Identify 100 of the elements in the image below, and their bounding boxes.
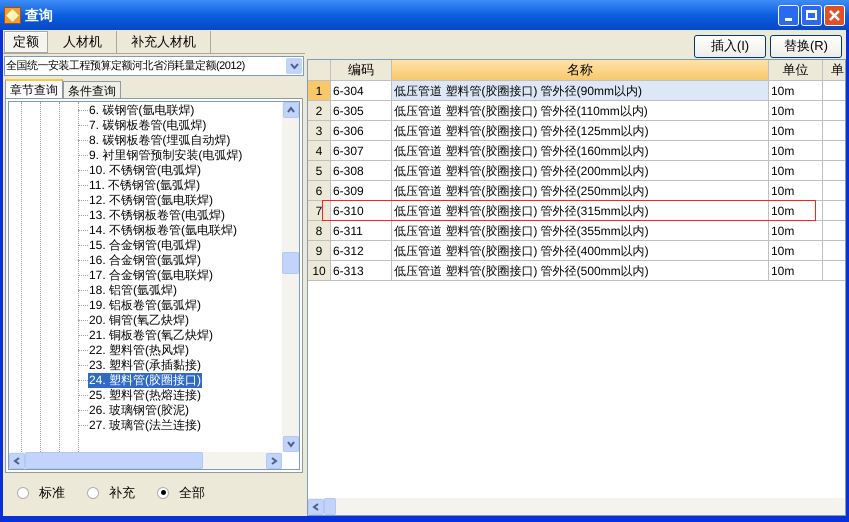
radio-button[interactable]	[87, 486, 99, 499]
row-number: 1	[308, 81, 331, 100]
unit-cell: 10m	[769, 181, 823, 200]
unit-cell: 10m	[769, 101, 823, 120]
row-number: 7	[308, 201, 331, 220]
column-header[interactable]: 名称	[392, 60, 769, 80]
name-cell: 低压管道 塑料管(胶圈接口) 管外径(110mm以内)	[392, 101, 769, 120]
tree-item[interactable]: 10. 不锈钢管(电弧焊)	[88, 163, 202, 178]
scroll-down-button[interactable]	[282, 436, 298, 452]
action-button[interactable]: 替换(R)	[770, 34, 842, 58]
app-icon	[4, 6, 21, 24]
unit-cell: 10m	[769, 221, 823, 240]
tree-item[interactable]: 25. 塑料管(热熔连接)	[88, 388, 202, 403]
code-cell: 6-305	[331, 101, 392, 120]
name-cell: 低压管道 塑料管(胶圈接口) 管外径(500mm以内)	[392, 261, 769, 280]
tree-item[interactable]: 11. 不锈钢管(氩弧焊)	[88, 178, 202, 193]
tree-item[interactable]: 15. 合金钢管(电弧焊)	[88, 238, 202, 253]
unit-cell: 10m	[769, 261, 823, 280]
name-cell: 低压管道 塑料管(胶圈接口) 管外径(315mm以内)	[392, 201, 769, 220]
row-number: 6	[308, 181, 331, 200]
column-header[interactable]: 编码	[331, 60, 392, 80]
name-cell: 低压管道 塑料管(胶圈接口) 管外径(125mm以内)	[392, 121, 769, 140]
close-icon	[829, 10, 840, 20]
caret-left-icon	[13, 456, 21, 464]
unit-cell: 10m	[769, 81, 823, 100]
unit-cell: 10m	[769, 161, 823, 180]
mode-tab[interactable]: 补充人材机	[117, 31, 211, 53]
window-title: 查询	[25, 6, 53, 24]
tree-item[interactable]: 20. 铜管(氧乙炔焊)	[88, 313, 190, 328]
tree-item[interactable]: 21. 铜板卷管(氧乙炔焊)	[88, 328, 214, 343]
tree-item[interactable]: 18. 铝管(氩弧焊)	[88, 283, 178, 298]
name-cell: 低压管道 塑料管(胶圈接口) 管外径(200mm以内)	[392, 161, 769, 180]
radio-label: 全部	[179, 484, 205, 502]
radio-button[interactable]	[17, 486, 29, 499]
vertical-scrollbar[interactable]	[282, 102, 299, 452]
column-header[interactable]: 单位	[769, 60, 823, 80]
code-cell: 6-309	[331, 181, 392, 200]
tree-item[interactable]: 8. 碳钢板卷管(埋弧自动焊)	[88, 133, 232, 148]
caret-right-icon	[270, 456, 278, 464]
tree-item[interactable]: 19. 铝板卷管(氩弧焊)	[88, 298, 202, 313]
tree-item[interactable]: 14. 不锈钢板卷管(氩电联焊)	[88, 223, 238, 238]
row-number: 5	[308, 161, 331, 180]
search-tab[interactable]: 章节查询	[5, 79, 63, 98]
tree-item[interactable]: 22. 塑料管(热风焊)	[88, 343, 190, 358]
scroll-left-button[interactable]	[9, 452, 25, 468]
name-cell: 低压管道 塑料管(胶圈接口) 管外径(160mm以内)	[392, 141, 769, 160]
tree-item[interactable]: 23. 塑料管(承插黏接)	[88, 358, 202, 373]
row-number: 2	[308, 101, 331, 120]
name-cell: 低压管道 塑料管(胶圈接口) 管外径(250mm以内)	[392, 181, 769, 200]
name-cell: 低压管道 塑料管(胶圈接口) 管外径(400mm以内)	[392, 241, 769, 260]
row-number: 3	[308, 121, 331, 140]
code-cell: 6-306	[331, 121, 392, 140]
code-cell: 6-308	[331, 161, 392, 180]
minimize-button[interactable]	[778, 4, 799, 26]
tree-item[interactable]: 26. 玻璃钢管(胶泥)	[88, 403, 190, 418]
scroll-thumb[interactable]	[25, 452, 203, 469]
unit-cell: 10m	[769, 121, 823, 140]
scroll-left-button[interactable]	[308, 498, 324, 514]
radio-button[interactable]	[157, 486, 169, 499]
radio-label: 标准	[39, 484, 65, 502]
row-number: 10	[308, 261, 331, 280]
row-number: 9	[308, 241, 331, 260]
row-number: 4	[308, 141, 331, 160]
unit-cell: 10m	[769, 141, 823, 160]
tree-item[interactable]: 6. 碳钢管(氩电联焊)	[88, 103, 196, 118]
code-cell: 6-310	[331, 201, 392, 220]
tree-item[interactable]: 24. 塑料管(胶圈接口)	[88, 373, 202, 388]
tree-item[interactable]: 12. 不锈钢管(氩电联焊)	[88, 193, 214, 208]
library-dropdown[interactable]: 全国统一安装工程预算定额河北省消耗量定额(2012)	[4, 56, 304, 76]
action-button[interactable]: 插入(I)	[694, 34, 766, 58]
caret-left-icon	[312, 502, 320, 510]
scroll-thumb[interactable]	[282, 252, 299, 274]
tree-item[interactable]: 16. 合金钢管(氩弧焊)	[88, 253, 202, 268]
caret-down-icon	[286, 440, 294, 448]
mode-tab[interactable]: 定额	[4, 31, 48, 53]
caret-up-icon	[286, 106, 294, 114]
unit-cell: 10m	[769, 241, 823, 260]
tree-item[interactable]: 17. 合金钢管(氩电联焊)	[88, 268, 214, 283]
horizontal-scrollbar[interactable]	[9, 452, 282, 469]
code-cell: 6-313	[331, 261, 392, 280]
scroll-thumb[interactable]	[324, 498, 336, 515]
column-header[interactable]: 单	[823, 60, 845, 80]
search-tab[interactable]: 条件查询	[63, 81, 121, 98]
code-cell: 6-312	[331, 241, 392, 260]
unit-cell: 10m	[769, 201, 823, 220]
code-cell: 6-311	[331, 221, 392, 240]
tree-item[interactable]: 9. 衬里钢管预制安装(电弧焊)	[88, 148, 244, 163]
close-button[interactable]	[824, 4, 845, 26]
maximize-button[interactable]	[801, 4, 822, 26]
name-cell: 低压管道 塑料管(胶圈接口) 管外径(355mm以内)	[392, 221, 769, 240]
radio-label: 补充	[109, 484, 135, 502]
tree-item[interactable]: 27. 玻璃管(法兰连接)	[88, 418, 202, 433]
mode-tab[interactable]: 人材机	[49, 31, 117, 53]
tree-item[interactable]: 13. 不锈钢板卷管(电弧焊)	[88, 208, 226, 223]
horizontal-scrollbar[interactable]	[308, 498, 845, 515]
scroll-right-button[interactable]	[266, 452, 282, 468]
tree-item[interactable]: 7. 碳钢板卷管(电弧焊)	[88, 118, 208, 133]
name-cell: 低压管道 塑料管(胶圈接口) 管外径(90mm以内)	[392, 81, 769, 100]
row-number: 8	[308, 221, 331, 240]
scroll-up-button[interactable]	[282, 102, 298, 118]
